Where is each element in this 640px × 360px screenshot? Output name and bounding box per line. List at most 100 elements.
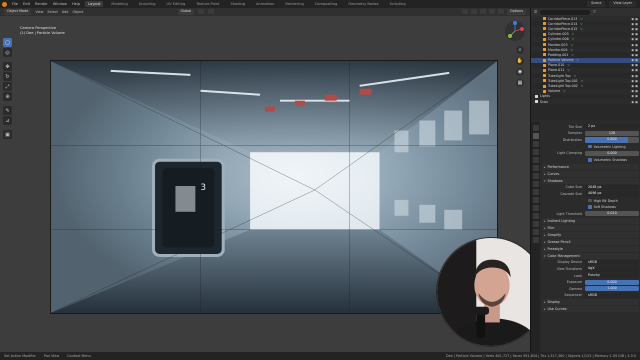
viewport-options-button[interactable]: Options bbox=[506, 9, 526, 15]
visibility-icon[interactable] bbox=[461, 9, 468, 15]
cube-size-dropdown[interactable]: 2048 px bbox=[585, 184, 639, 190]
data-tab-icon[interactable] bbox=[532, 221, 539, 227]
constraints-tab-icon[interactable] bbox=[532, 213, 539, 219]
menu-render[interactable]: Render bbox=[35, 2, 48, 6]
world-tab-icon[interactable] bbox=[532, 165, 539, 171]
visibility-toggle-icon[interactable]: ◉ ▣ bbox=[631, 17, 638, 21]
3d-viewport[interactable]: Camera Perspective (1) Dee | Particle Vo… bbox=[0, 16, 530, 352]
snap-icon[interactable] bbox=[198, 9, 205, 15]
viewport-menu-select[interactable]: Select bbox=[47, 10, 57, 14]
visibility-toggle-icon[interactable]: ◉ ▣ bbox=[631, 37, 638, 41]
workspace-tab-rendering[interactable]: Rendering bbox=[282, 1, 306, 7]
view-transform-dropdown[interactable]: AgX bbox=[585, 266, 639, 272]
distribution-slider[interactable]: 0.800 bbox=[585, 137, 639, 143]
select-tool-icon[interactable]: ▢ bbox=[3, 38, 12, 47]
workspace-tab-texture-paint[interactable]: Texture Paint bbox=[193, 1, 222, 7]
display-device-dropdown[interactable]: sRGB bbox=[585, 259, 639, 265]
visibility-toggle-icon[interactable]: ◉ ▣ bbox=[631, 53, 638, 57]
light-clamping-field[interactable]: 0.000 bbox=[585, 150, 639, 156]
outliner-row[interactable]: Scan ◉ ▣ bbox=[531, 99, 640, 105]
section-grease-pencil[interactable]: ▸ Grease Pencil bbox=[542, 238, 639, 245]
workspace-tab-layout[interactable]: Layout bbox=[85, 1, 104, 7]
workspace-tab-uv-editing[interactable]: UV Editing bbox=[164, 1, 189, 7]
view-layer-tab-icon[interactable] bbox=[532, 149, 539, 155]
transform-orientation-dropdown[interactable]: Global bbox=[177, 9, 195, 15]
view-layer-selector[interactable]: View Layer bbox=[609, 1, 636, 7]
sequencer-dropdown[interactable]: sRGB bbox=[585, 292, 639, 298]
workspace-tab-shading[interactable]: Shading bbox=[227, 1, 248, 7]
blender-logo-icon[interactable] bbox=[2, 1, 7, 7]
high-bit-depth-checkbox[interactable] bbox=[588, 198, 592, 203]
section-shadows[interactable]: ▾ Shadows bbox=[542, 177, 639, 184]
visibility-toggle-icon[interactable]: ◉ ▣ bbox=[631, 89, 638, 93]
section-simplify[interactable]: ▸ Simplify bbox=[542, 231, 639, 238]
scene-selector[interactable]: Scene bbox=[587, 1, 606, 7]
visibility-toggle-icon[interactable]: ◉ ▣ bbox=[631, 84, 638, 88]
transform-tool-icon[interactable]: ⊕ bbox=[3, 92, 12, 101]
annotate-tool-icon[interactable]: ✎ bbox=[3, 106, 12, 115]
menu-edit[interactable]: Edit bbox=[23, 2, 30, 6]
filter-icon[interactable]: ⛉ bbox=[593, 10, 596, 14]
samples-field[interactable]: 128 bbox=[585, 130, 639, 136]
section-curves[interactable]: ▸ Curves bbox=[542, 170, 639, 177]
xray-icon[interactable] bbox=[479, 9, 486, 15]
outliner-display-mode-icon[interactable]: ☰ bbox=[534, 10, 537, 14]
menu-file[interactable]: File bbox=[12, 2, 18, 6]
light-threshold-field[interactable]: 0.010 bbox=[585, 211, 639, 217]
section-color-management[interactable]: ▾ Color Management bbox=[542, 252, 639, 259]
zoom-icon[interactable]: ⌕ bbox=[516, 46, 524, 54]
section-display[interactable]: ▸ Display bbox=[542, 299, 639, 306]
volumetric-shadows-checkbox[interactable] bbox=[588, 157, 592, 162]
menu-help[interactable]: Help bbox=[72, 2, 80, 6]
visibility-toggle-icon[interactable]: ◉ ▣ bbox=[631, 74, 638, 78]
soft-shadows-checkbox[interactable] bbox=[588, 205, 592, 209]
scale-tool-icon[interactable]: ⤢ bbox=[3, 82, 12, 91]
texture-tab-icon[interactable] bbox=[532, 237, 539, 243]
section-film[interactable]: ▸ Film bbox=[542, 224, 639, 231]
render-tab-icon[interactable] bbox=[532, 133, 539, 139]
collection-tab-icon[interactable] bbox=[532, 173, 539, 179]
workspace-tab-compositing[interactable]: Compositing bbox=[312, 1, 341, 7]
menu-window[interactable]: Window bbox=[53, 2, 67, 6]
cascade-size-dropdown[interactable]: 4096 px bbox=[585, 191, 639, 197]
viewport-menu-view[interactable]: View bbox=[35, 10, 43, 14]
visibility-toggle-icon[interactable]: ◉ ▣ bbox=[631, 43, 638, 47]
visibility-toggle-icon[interactable]: ◉ ▣ bbox=[631, 58, 638, 62]
navigation-gizmo[interactable] bbox=[504, 20, 526, 42]
pan-hand-icon[interactable]: ✋ bbox=[516, 57, 524, 65]
rotate-tool-icon[interactable]: ↻ bbox=[3, 72, 12, 81]
workspace-tab-scripting[interactable]: Scripting bbox=[387, 1, 409, 7]
section-performance[interactable]: ▸ Performance bbox=[542, 163, 639, 170]
shading-solid-icon[interactable] bbox=[488, 9, 495, 15]
visibility-toggle-icon[interactable]: ◉ ▣ bbox=[631, 63, 638, 67]
modifiers-tab-icon[interactable] bbox=[532, 189, 539, 195]
cursor-tool-icon[interactable]: ◎ bbox=[3, 48, 12, 57]
output-tab-icon[interactable] bbox=[532, 141, 539, 147]
measure-tool-icon[interactable]: ⊿ bbox=[3, 116, 12, 125]
scene-tab-icon[interactable] bbox=[532, 157, 539, 163]
object-tab-icon[interactable] bbox=[532, 181, 539, 187]
physics-tab-icon[interactable] bbox=[532, 205, 539, 211]
visibility-toggle-icon[interactable]: ◉ ▣ bbox=[631, 68, 638, 72]
tool-tab-icon[interactable] bbox=[532, 125, 539, 131]
section-freestyle[interactable]: ▸ Freestyle bbox=[542, 245, 639, 252]
section-use-curves[interactable]: ▸ Use Curves bbox=[542, 306, 639, 313]
visibility-toggle-icon[interactable]: ◉ ▣ bbox=[631, 32, 638, 36]
proportional-editing-icon[interactable] bbox=[208, 9, 215, 15]
shading-rendered-icon[interactable] bbox=[497, 9, 504, 15]
material-tab-icon[interactable] bbox=[532, 229, 539, 235]
workspace-tab-animation[interactable]: Animation bbox=[253, 1, 277, 7]
gamma-field[interactable]: 1.000 bbox=[585, 286, 639, 292]
visibility-toggle-icon[interactable]: ◉ ▣ bbox=[631, 94, 638, 98]
move-tool-icon[interactable]: ✥ bbox=[3, 62, 12, 71]
tile-size-dropdown[interactable]: 2 px bbox=[585, 124, 639, 130]
overlays-icon[interactable] bbox=[470, 9, 477, 15]
section-indirect-lighting[interactable]: ▸ Indirect Lighting bbox=[542, 217, 639, 224]
exposure-field[interactable]: 0.000 bbox=[585, 279, 639, 285]
viewport-menu-add[interactable]: Add bbox=[62, 10, 69, 14]
grid-view-icon[interactable]: ▦ bbox=[516, 79, 524, 87]
visibility-toggle-icon[interactable]: ◉ ▣ bbox=[631, 48, 638, 52]
visibility-toggle-icon[interactable]: ◉ ▣ bbox=[631, 79, 638, 83]
workspace-tab-geometry-nodes[interactable]: Geometry Nodes bbox=[345, 1, 381, 7]
look-dropdown[interactable]: Punchy bbox=[585, 272, 639, 279]
